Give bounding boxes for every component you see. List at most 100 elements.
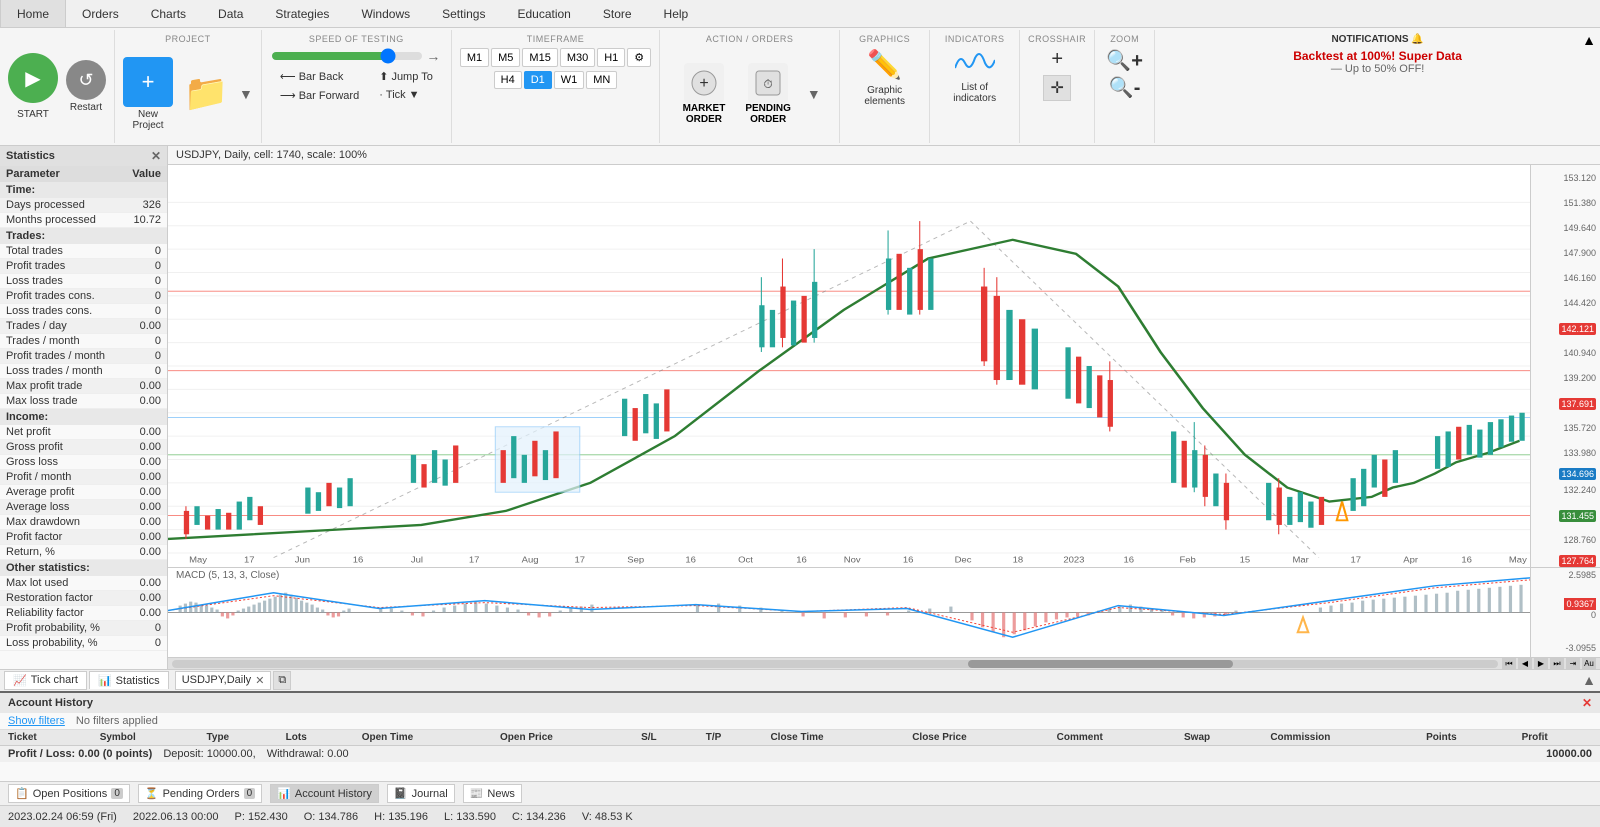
statistics-tab[interactable]: 📊 Statistics [89,671,169,689]
current-datetime: 2023.02.24 06:59 (Fri) [8,811,117,823]
account-history-tab[interactable]: 📊 Account History [270,784,379,803]
indicators-icon [955,48,995,78]
stats-param-header: Parameter [6,168,60,180]
stats-close-button[interactable]: ✕ [151,149,161,163]
chart-scrollbar[interactable]: ⏮ ◀ ▶ ⏭ ⇥ Au [168,657,1600,669]
tick-chart-tab[interactable]: 📈 Tick chart [4,671,87,690]
col-open-time: Open Time [354,730,492,746]
market-order-button[interactable]: + MARKETORDER [679,59,730,129]
stats-header: Statistics ✕ [0,146,167,166]
pending-orders-tab[interactable]: ⏳ Pending Orders 0 [138,784,262,803]
menu-education[interactable]: Education [501,0,586,27]
new-project-button[interactable]: + NewProject [123,57,173,131]
candlestick-chart[interactable]: May 17 Jun 16 Jul 17 Aug 17 Sep 16 Oct 1… [168,165,1530,567]
list-item: Profit factor0.00 [0,530,167,545]
scroll-next-button[interactable]: ▶ [1534,657,1548,670]
scroll-end-button[interactable]: ⇥ [1566,657,1580,670]
price-label: 140.940 [1563,348,1596,358]
notifications-collapse[interactable]: ▲ [1582,32,1596,48]
macd-chart[interactable]: MACD (5, 13, 3, Close) [168,568,1530,657]
chart-svg: May 17 Jun 16 Jul 17 Aug 17 Sep 16 Oct 1… [168,165,1530,567]
indicators-section[interactable]: INDICATORS List ofindicators [930,30,1020,143]
tf-m15[interactable]: M15 [522,48,557,67]
col-close-time: Close Time [762,730,904,746]
tf-m30[interactable]: M30 [560,48,595,67]
menu-settings[interactable]: Settings [426,0,501,27]
journal-icon: 📓 [394,787,408,800]
open-datetime: 2022.06.13 00:00 [133,811,219,823]
list-item: Average profit0.00 [0,485,167,500]
news-tab[interactable]: 📰 News [463,784,522,803]
tf-m5[interactable]: M5 [491,48,520,67]
start-button[interactable]: ▶ [8,53,58,103]
scroll-auto-button[interactable]: Au [1582,657,1596,670]
price-label: 135.720 [1563,423,1596,433]
scrollbar-thumb[interactable] [968,660,1233,668]
restart-button[interactable]: ↺ [66,60,106,100]
chart-tab-duplicate[interactable]: ⧉ [273,671,291,690]
tf-h1[interactable]: H1 [597,48,625,67]
tf-gear[interactable]: ⚙ [627,48,651,67]
list-item: Loss trades / month0 [0,364,167,379]
tf-mn[interactable]: MN [586,71,617,89]
news-icon: 📰 [470,787,484,800]
show-filters-link[interactable]: Show filters [8,715,65,727]
account-history-close[interactable]: ✕ [1582,696,1592,710]
pending-order-button[interactable]: ⏱ PENDINGORDER [741,59,795,129]
zoom-in-button[interactable]: 🔍+ [1106,48,1143,73]
tf-h4[interactable]: H4 [494,71,522,89]
speed-slider[interactable] [272,52,422,60]
bar-forward-button[interactable]: ⟶ Bar Forward [276,87,363,104]
menu-orders[interactable]: Orders [66,0,135,27]
charts-stats-area: Statistics ✕ Parameter Value Time: Days … [0,146,1600,669]
svg-text:17: 17 [1351,555,1362,564]
list-item: Gross loss0.00 [0,455,167,470]
list-item: Loss trades0 [0,274,167,289]
jump-to-button[interactable]: ⬆ Jump To [375,68,437,85]
chart-symbol-tab[interactable]: USDJPY,Daily ✕ [175,671,272,690]
menu-home[interactable]: Home [0,0,66,27]
account-history-tab-label: Account History [295,788,372,800]
list-item: Reliability factor0.00 [0,606,167,621]
menu-store[interactable]: Store [587,0,648,27]
menu-charts[interactable]: Charts [135,0,202,27]
chart-tab-close[interactable]: ✕ [255,674,264,687]
list-item: Profit probability, %0 [0,621,167,636]
tick-button[interactable]: · Tick ▼ [375,87,437,103]
list-item: Average loss0.00 [0,500,167,515]
menu-help[interactable]: Help [648,0,705,27]
graphics-section[interactable]: GRAPHICS ✏️ Graphicelements [840,30,930,143]
menu-windows[interactable]: Windows [345,0,426,27]
order-dropdown[interactable]: ▼ [807,86,821,102]
macd-scale: 2.5985 0.9367 0 -3.0955 [1530,568,1600,657]
scroll-last-button[interactable]: ⏭ [1550,657,1564,670]
tf-m1[interactable]: M1 [460,48,489,67]
stats-value-header: Value [132,168,161,180]
open-positions-tab[interactable]: 📋 Open Positions 0 [8,784,130,803]
status-bar: 📋 Open Positions 0 ⏳ Pending Orders 0 📊 … [0,781,1600,805]
stats-param: Months processed [6,214,96,226]
bar-back-button[interactable]: ⟵ Bar Back [276,68,363,85]
tf-d1[interactable]: D1 [524,71,552,89]
zoom-out-button[interactable]: 🔍- [1109,75,1141,100]
scroll-first-button[interactable]: ⏮ [1502,657,1516,670]
journal-tab[interactable]: 📓 Journal [387,784,455,803]
svg-text:17: 17 [244,555,255,564]
scroll-prev-button[interactable]: ◀ [1518,657,1532,670]
panel-collapse-button[interactable]: ▲ [1582,672,1596,688]
project-dropdown[interactable]: ▼ [239,86,253,102]
price-label: 128.760 [1563,535,1596,545]
crosshair-move-button[interactable]: ✛ [1043,75,1070,101]
macd-scale-zero: 0 [1591,610,1596,620]
open-project-button[interactable]: 📁 [181,68,231,120]
col-profit: Profit [1514,730,1600,746]
scrollbar-track[interactable] [172,660,1498,668]
menu-data[interactable]: Data [202,0,259,27]
menu-strategies[interactable]: Strategies [259,0,345,27]
filters-row: Show filters No filters applied [0,713,1600,730]
svg-text:Nov: Nov [844,555,861,564]
crosshair-add-button[interactable]: + [1051,48,1063,71]
price-label: 132.240 [1563,485,1596,495]
no-filters-text: No filters applied [76,715,158,727]
tf-w1[interactable]: W1 [554,71,585,89]
